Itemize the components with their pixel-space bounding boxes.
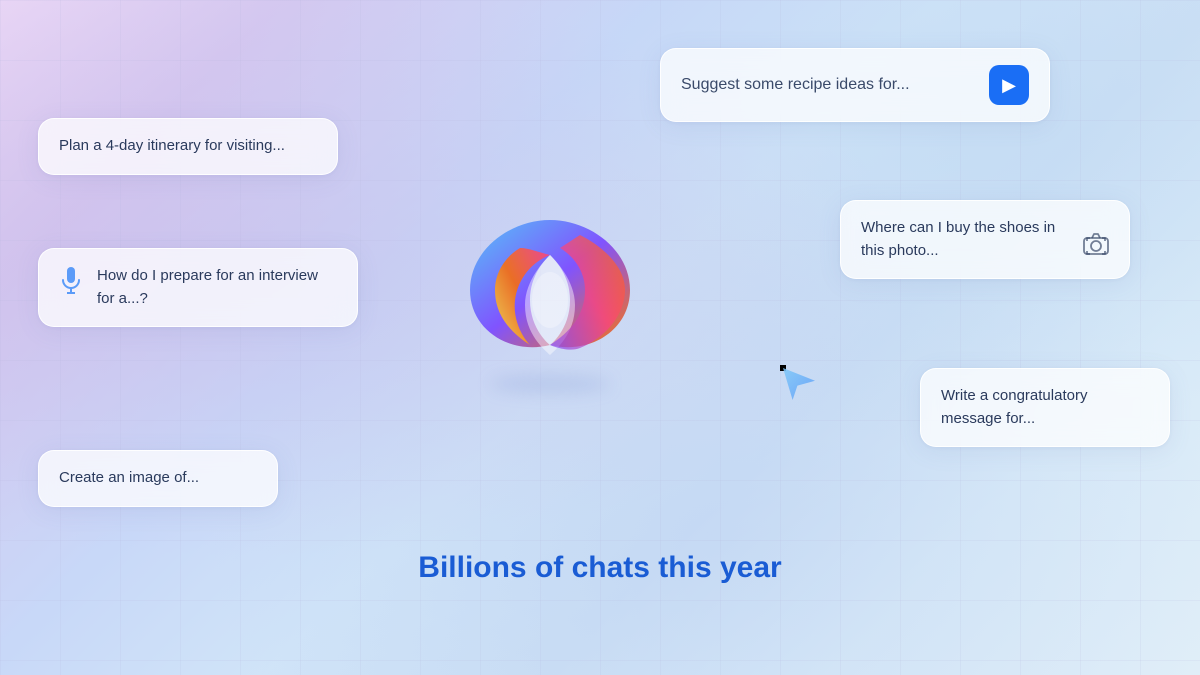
camera-icon xyxy=(1083,233,1109,263)
create-image-text: Create an image of... xyxy=(59,469,199,486)
copilot-logo xyxy=(450,190,650,390)
card-congratulatory: Write a congratulatory message for... xyxy=(920,368,1170,447)
mic-icon xyxy=(59,267,83,304)
card-create-image: Create an image of... xyxy=(38,450,278,507)
send-icon: ▶ xyxy=(1002,72,1016,99)
recipe-text: Suggest some recipe ideas for... xyxy=(681,73,977,97)
card-interview: How do I prepare for an interview for a.… xyxy=(38,248,358,327)
congrats-text: Write a congratulatory message for... xyxy=(941,387,1087,427)
copilot-logo-container xyxy=(430,170,670,410)
cursor xyxy=(780,365,786,371)
card-itinerary: Plan a 4-day itinerary for visiting... xyxy=(38,118,338,175)
send-button[interactable]: ▶ xyxy=(989,65,1029,105)
shoes-text: Where can I buy the shoes in this photo.… xyxy=(861,217,1075,262)
card-recipe: Suggest some recipe ideas for... ▶ xyxy=(660,48,1050,122)
itinerary-text: Plan a 4-day itinerary for visiting... xyxy=(59,137,285,154)
tagline: Billions of chats this year xyxy=(418,551,781,585)
card-shoes: Where can I buy the shoes in this photo.… xyxy=(840,200,1130,279)
interview-text: How do I prepare for an interview for a.… xyxy=(97,265,337,310)
logo-shadow xyxy=(490,375,610,393)
